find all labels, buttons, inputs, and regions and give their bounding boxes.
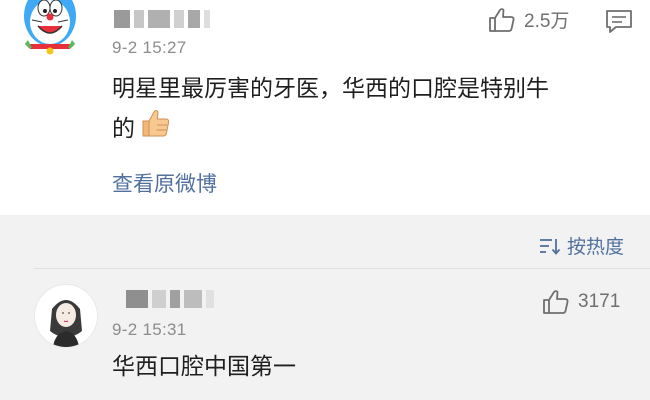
thumbs-up-icon bbox=[489, 7, 515, 32]
comment-bubble-icon bbox=[606, 10, 632, 33]
comment-2-text: 华西口腔中国第一 bbox=[112, 354, 296, 380]
comment-2-like-button[interactable]: 3171 bbox=[542, 289, 620, 315]
comment-2-timestamp: 9-2 15:31 bbox=[112, 320, 187, 339]
thumbs-up-icon bbox=[543, 290, 569, 314]
reply-button[interactable] bbox=[604, 8, 634, 38]
sort-icon bbox=[539, 238, 561, 255]
commenter-avatar-2[interactable] bbox=[34, 284, 98, 348]
divider bbox=[34, 268, 650, 269]
comment-1-text-line-1: 明星里最厉害的牙医，华西的口腔是特别牛 bbox=[112, 76, 549, 102]
comment-1-text-line-2: 的 bbox=[112, 116, 135, 142]
illustrated-girl-icon bbox=[35, 285, 97, 347]
sort-by-heat-button[interactable]: 按热度 bbox=[539, 232, 624, 259]
comment-2-like-count: 3171 bbox=[578, 291, 621, 312]
sort-label: 按热度 bbox=[566, 236, 624, 258]
redacted-username-2[interactable] bbox=[126, 290, 218, 308]
comment-1-text: 明星里最厉害的牙医，华西的口腔是特别牛 的 bbox=[112, 70, 549, 150]
comment-1-like-button[interactable]: 2.5万 bbox=[488, 6, 569, 33]
redacted-username-1[interactable] bbox=[114, 10, 214, 28]
comment-1-text-line-2-row: 的 bbox=[112, 108, 549, 150]
view-original-post-link[interactable]: 查看原微博 bbox=[112, 168, 217, 198]
comment-1-timestamp: 9-2 15:27 bbox=[112, 38, 187, 57]
thumbs-up-emoji-icon bbox=[139, 108, 171, 150]
comment-1-like-count: 2.5万 bbox=[524, 11, 570, 32]
